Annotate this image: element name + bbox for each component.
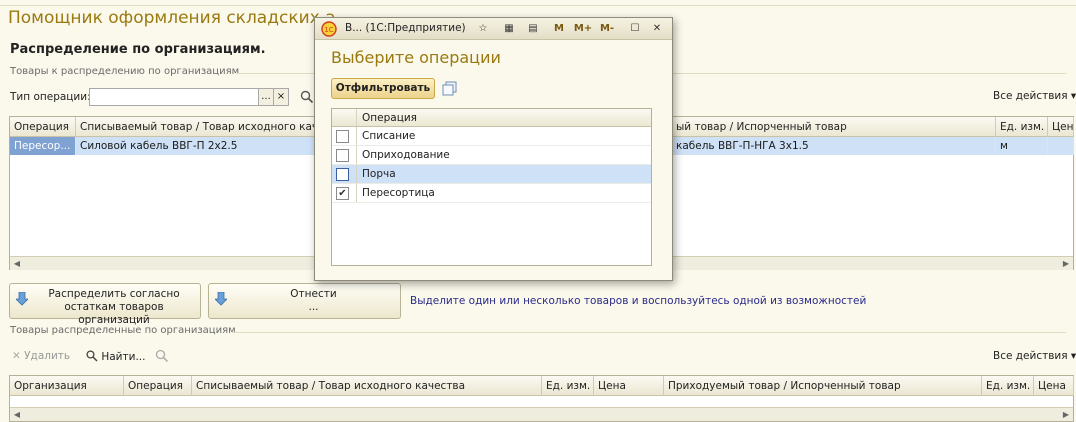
all-actions-bottom[interactable]: Все действия ▾ [993,350,1076,362]
all-actions-top[interactable]: Все действия ▾ [993,90,1076,102]
1c-logo-icon: 1С [321,21,337,37]
col-operation[interactable]: Операция [10,117,76,137]
scroll-left-icon[interactable]: ◀ [10,257,24,270]
option-label: Пересортица [362,187,435,199]
svg-text:1С: 1С [324,26,333,34]
delete-label: Удалить [24,350,71,362]
op-type-select-button[interactable]: ... [258,88,274,106]
group-label-to-distribute: Товары к распределению по организациям [10,66,240,77]
delete-button[interactable]: ✕ Удалить [12,350,70,362]
assign-line1: Отнести [290,288,337,300]
dialog-titlebar[interactable]: 1С В... (1С:Предприятие) ☆ ▦ ▤ M M+ M- ☐… [315,18,672,40]
column-divider [356,127,357,145]
maximize-icon[interactable]: ☐ [627,21,643,37]
calendar-icon[interactable]: ▤ [525,21,541,37]
list-item[interactable]: Списание [332,127,651,146]
op-type-label: Тип операции: [10,91,91,103]
close-icon[interactable]: ✕ [649,21,665,37]
column-divider [356,146,357,164]
cell-operation[interactable]: Пересор... [10,137,76,155]
group-divider [232,332,1066,333]
cancel-search-icon[interactable] [155,349,169,363]
col-target-goods[interactable]: Приходуемый товар / Испорченный товар [664,376,982,396]
chevron-down-icon: ▾ [1070,350,1076,362]
copy-icon[interactable] [442,81,458,97]
col-operation[interactable]: Операция [124,376,192,396]
horizontal-scrollbar[interactable]: ◀ ▶ [10,407,1073,421]
hint-text: Выделите один или несколько товаров и во… [410,295,867,307]
memory-minus-button[interactable]: M- [597,21,617,37]
operations-list[interactable]: Операция Списание Оприходование Порча ✔ … [331,108,652,266]
column-divider [356,109,357,126]
col-unit-2[interactable]: Ед. изм. [982,376,1034,396]
checkbox[interactable] [336,168,349,181]
col-target-goods[interactable]: ый товар / Испорченный товар [672,117,996,137]
favorite-icon[interactable]: ☆ [475,21,491,37]
arrow-down-icon [16,292,28,306]
col-source-goods[interactable]: Списываемый товар / Товар исходного каче… [192,376,542,396]
section-title: Распределение по организациям. [10,42,266,57]
option-label: Порча [362,168,396,180]
option-label: Списание [362,130,416,142]
option-label: Оприходование [362,149,450,161]
cell-unit[interactable]: м [996,137,1048,155]
list-item[interactable]: Порча [332,165,651,184]
op-type-input[interactable] [89,88,259,106]
scroll-right-icon[interactable]: ▶ [1059,257,1073,270]
distribute-line2: остаткам товаров организаций [64,301,164,326]
arrow-down-icon [215,292,227,306]
col-operation[interactable]: Операция [362,109,417,127]
col-price[interactable]: Цена [594,376,664,396]
memory-plus-button[interactable]: M+ [573,21,593,37]
dialog-heading: Выберите операции [331,48,501,67]
filter-button[interactable]: Отфильтровать [331,78,435,99]
col-unit[interactable]: Ед. изм. [996,117,1048,137]
column-divider [356,184,357,202]
memory-button[interactable]: M [551,21,567,37]
checkbox[interactable] [336,149,349,162]
col-price-2[interactable]: Цена [1034,376,1074,396]
column-divider [356,165,357,183]
op-type-clear-button[interactable]: × [273,88,289,106]
col-price[interactable]: Цен [1048,117,1074,137]
all-actions-top-label: Все действия [993,90,1068,102]
group-label-distributed: Товары распределенные по организациям [10,325,236,336]
calculator-icon[interactable]: ▦ [501,21,517,37]
cell-price[interactable] [1048,137,1074,155]
col-organization[interactable]: Организация [10,376,124,396]
operations-list-header: Операция [332,109,651,127]
distributed-goods-table[interactable]: Организация Операция Списываемый товар /… [9,375,1074,422]
find-label: Найти... [101,351,146,363]
list-item[interactable]: ✔ Пересортица [332,184,651,203]
top-border [0,0,1076,6]
dialog-window-title: В... (1С:Предприятие) [345,22,466,34]
distribute-by-stock-button[interactable]: Распределить согласно остаткам товаров о… [9,283,201,326]
find-button[interactable]: Найти... [86,350,145,363]
checkbox[interactable]: ✔ [336,187,349,200]
scroll-left-icon[interactable]: ◀ [10,408,24,421]
search-icon[interactable] [300,90,314,104]
scroll-right-icon[interactable]: ▶ [1059,408,1073,421]
distribute-line1: Распределить согласно [48,288,180,300]
close-icon: ✕ [12,350,21,362]
select-operations-dialog[interactable]: 1С В... (1С:Предприятие) ☆ ▦ ▤ M M+ M- ☐… [314,17,673,281]
table-header: Организация Операция Списываемый товар /… [10,376,1074,396]
col-unit[interactable]: Ед. изм. [542,376,594,396]
assign-button[interactable]: Отнести ... [208,283,401,319]
search-icon [86,350,98,362]
list-item[interactable]: Оприходование [332,146,651,165]
chevron-down-icon: ▾ [1070,90,1076,102]
all-actions-bottom-label: Все действия [993,350,1068,362]
checkbox[interactable] [336,130,349,143]
assign-line2: ... [308,301,319,313]
page-title: Помощник оформления складских а [8,8,336,28]
cell-target[interactable]: кабель ВВГ-П-НГА 3х1.5 [672,137,996,155]
